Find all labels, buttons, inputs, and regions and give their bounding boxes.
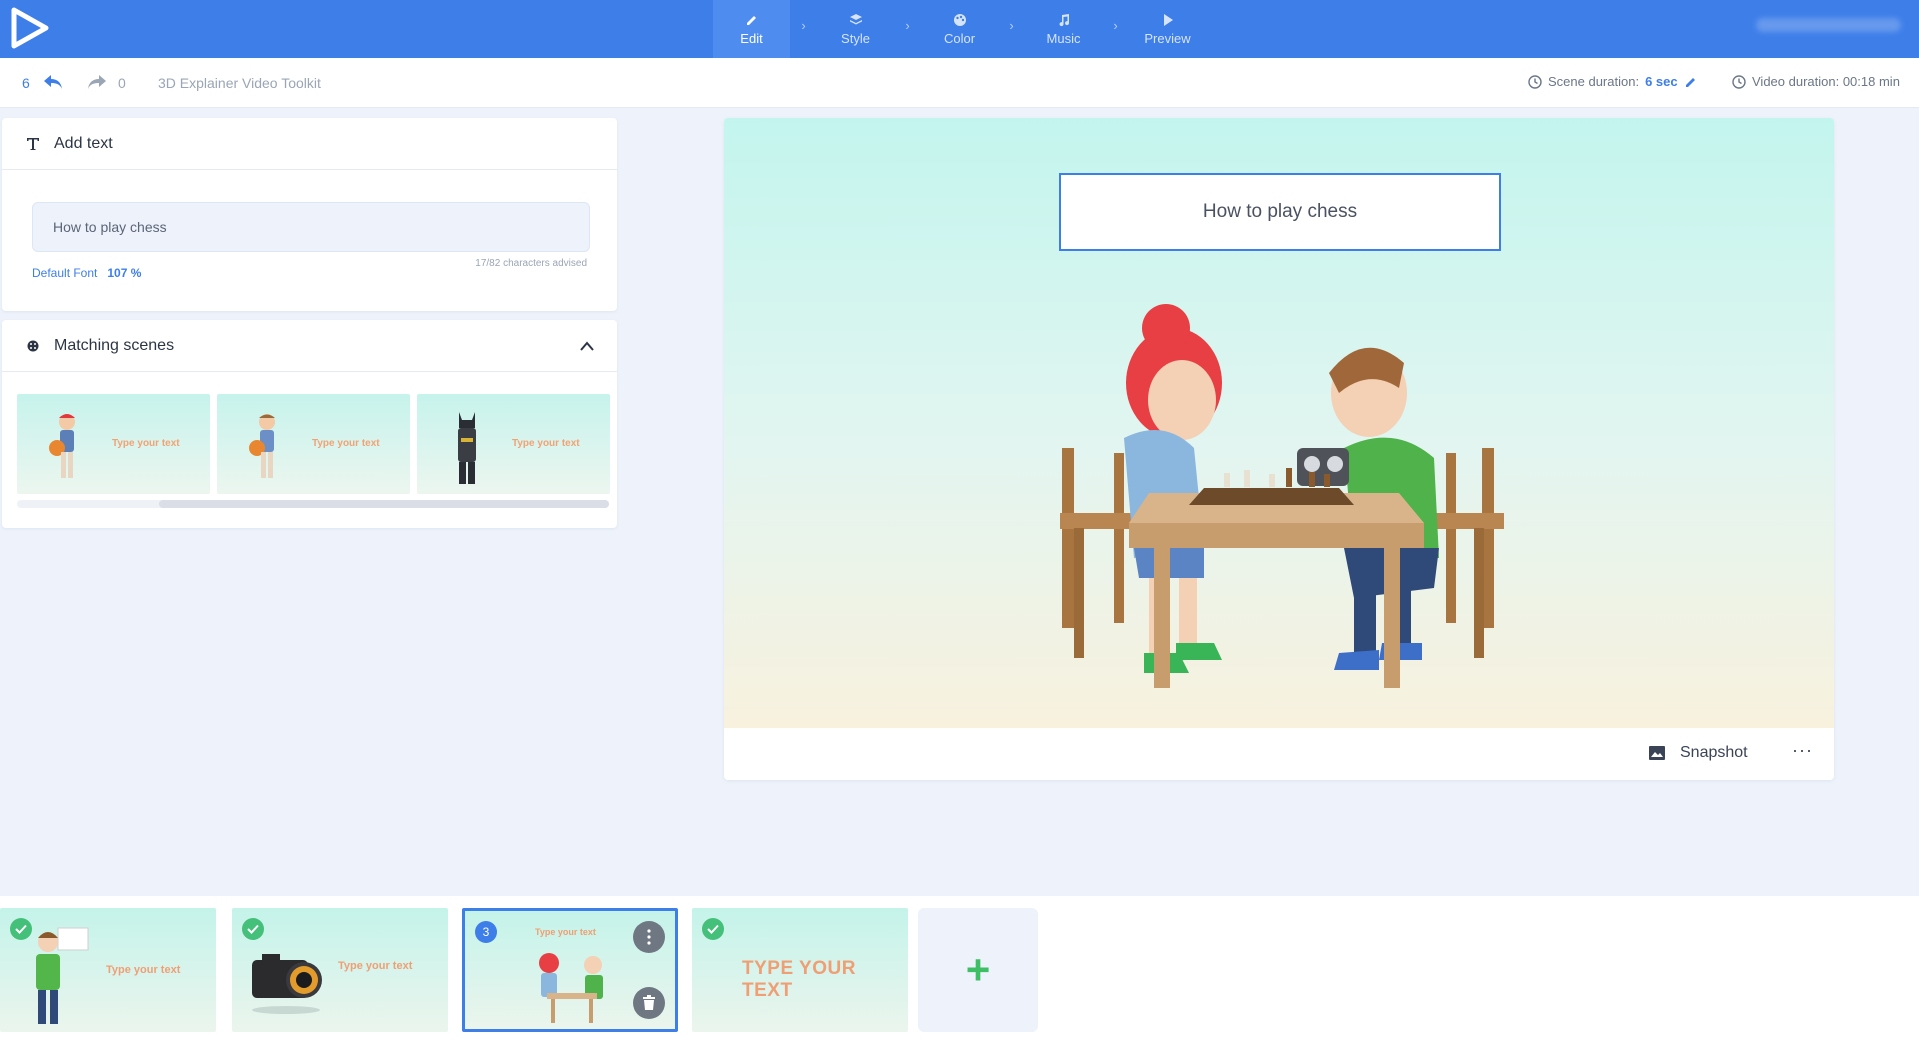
video-duration-label: Video duration: 00:18 min: [1752, 74, 1900, 89]
add-text-header: Add text: [2, 118, 617, 170]
step-separator: ›: [894, 0, 921, 58]
matching-scenes-list: Type your text Type your text Type your …: [17, 394, 610, 494]
scenes-icon: [26, 339, 40, 353]
matching-scenes-header[interactable]: Matching scenes: [2, 320, 617, 372]
kebab-menu-icon: [647, 929, 651, 945]
step-label: Color: [944, 31, 975, 46]
snapshot-label: Snapshot: [1680, 744, 1748, 762]
scene-complete-check-icon: [10, 918, 32, 940]
palette-icon: [953, 13, 967, 27]
step-style[interactable]: Style: [817, 0, 894, 58]
timeline-scene-label: TYPE YOUR TEXT: [742, 958, 908, 1002]
step-color[interactable]: Color: [921, 0, 998, 58]
camera-illustration: [246, 946, 336, 1016]
play-icon: [1161, 13, 1175, 27]
image-icon: [1648, 745, 1666, 761]
matching-scenes-scrollbar[interactable]: [17, 500, 609, 508]
step-separator: ›: [790, 0, 817, 58]
timeline-scene-label: Type your text: [338, 960, 412, 972]
scene-complete-check-icon: [702, 918, 724, 940]
scene-placeholder-label: Type your text: [112, 438, 180, 449]
toolbar: 6 0 3D Explainer Video Toolkit Scene dur…: [0, 58, 1919, 108]
add-text-panel: Add text How to play chess Default Font 1…: [2, 118, 617, 311]
step-label: Music: [1047, 31, 1081, 46]
timeline-scene-3[interactable]: Type your text 3: [462, 908, 678, 1032]
scene-canvas: How to play chess: [724, 118, 1834, 780]
scene-duration-label: Scene duration:: [1548, 74, 1639, 89]
chevron-up-icon[interactable]: [579, 340, 595, 352]
scene-placeholder-label: Type your text: [312, 438, 380, 449]
undo-count: 6: [22, 75, 30, 91]
more-options-button[interactable]: ···: [1792, 740, 1813, 761]
matching-scene-item[interactable]: Type your text: [17, 394, 210, 494]
man-with-sign-illustration: [22, 920, 92, 1028]
scene-duration-value[interactable]: 6 sec: [1645, 74, 1678, 89]
basketball-kid-illustration: [235, 408, 295, 488]
step-nav: Edit › Style › Color › Music › Preview: [713, 0, 1206, 58]
scene-text-input[interactable]: How to play chess: [32, 202, 590, 252]
matching-scene-item[interactable]: Type your text: [217, 394, 410, 494]
char-count: 17/82 characters advised: [475, 258, 587, 269]
chess-players-illustration: [1054, 298, 1504, 708]
app-logo-icon[interactable]: [8, 6, 52, 50]
dark-hero-illustration: [435, 408, 495, 488]
text-icon: [26, 137, 40, 151]
redo-icon[interactable]: [86, 72, 108, 92]
user-menu[interactable]: [1756, 18, 1901, 32]
project-title: 3D Explainer Video Toolkit: [158, 75, 321, 91]
scene-placeholder-label: Type your text: [512, 438, 580, 449]
scene-title-textbox[interactable]: How to play chess: [1059, 173, 1501, 251]
scene-number-badge: 3: [475, 921, 497, 943]
step-separator: ›: [1102, 0, 1129, 58]
delete-scene-button[interactable]: [633, 987, 665, 1019]
font-name[interactable]: Default Font: [32, 266, 97, 280]
step-edit[interactable]: Edit: [713, 0, 790, 58]
plus-icon: +: [966, 946, 991, 994]
timeline-scene-4[interactable]: TYPE YOUR TEXT: [692, 908, 908, 1032]
clock-icon: [1732, 75, 1746, 89]
edit-duration-icon[interactable]: [1684, 75, 1698, 89]
step-label: Style: [841, 31, 870, 46]
snapshot-button[interactable]: Snapshot: [1648, 744, 1748, 762]
scene-duration: Scene duration: 6 sec: [1528, 74, 1698, 89]
music-note-icon: [1057, 13, 1071, 27]
video-duration: Video duration: 00:18 min: [1732, 74, 1900, 89]
font-scale[interactable]: 107 %: [107, 266, 141, 280]
undo-icon[interactable]: [42, 72, 64, 92]
timeline-scene-2[interactable]: Type your text: [232, 908, 448, 1032]
redo-count: 0: [118, 75, 126, 91]
trash-icon: [642, 995, 656, 1011]
layers-icon: [849, 13, 863, 27]
step-label: Edit: [740, 31, 762, 46]
scene-complete-check-icon: [242, 918, 264, 940]
step-label: Preview: [1144, 31, 1190, 46]
scene-stage: How to play chess: [724, 118, 1834, 728]
matching-scenes-title: Matching scenes: [54, 337, 174, 355]
timeline-scene-label: Type your text: [535, 927, 596, 937]
font-settings[interactable]: Default Font 107 %: [32, 266, 141, 280]
step-separator: ›: [998, 0, 1025, 58]
timeline-scene-1[interactable]: Type your text: [0, 908, 216, 1032]
step-music[interactable]: Music: [1025, 0, 1102, 58]
scene-menu-button[interactable]: [633, 921, 665, 953]
add-scene-button[interactable]: +: [918, 908, 1038, 1032]
step-preview[interactable]: Preview: [1129, 0, 1206, 58]
pencil-icon: [745, 13, 759, 27]
clock-icon: [1528, 75, 1542, 89]
basketball-kid-illustration: [35, 408, 95, 488]
chess-players-thumbnail: [527, 949, 617, 1025]
scrollbar-thumb[interactable]: [159, 500, 609, 508]
add-text-title: Add text: [54, 135, 113, 153]
matching-scene-item[interactable]: Type your text: [417, 394, 610, 494]
top-bar: Edit › Style › Color › Music › Preview: [0, 0, 1919, 58]
timeline-scene-label: Type your text: [106, 964, 180, 976]
matching-scenes-panel: Matching scenes Type your text Type your…: [2, 320, 617, 528]
scene-timeline: Type your text Type your text Type your …: [0, 896, 1919, 1041]
